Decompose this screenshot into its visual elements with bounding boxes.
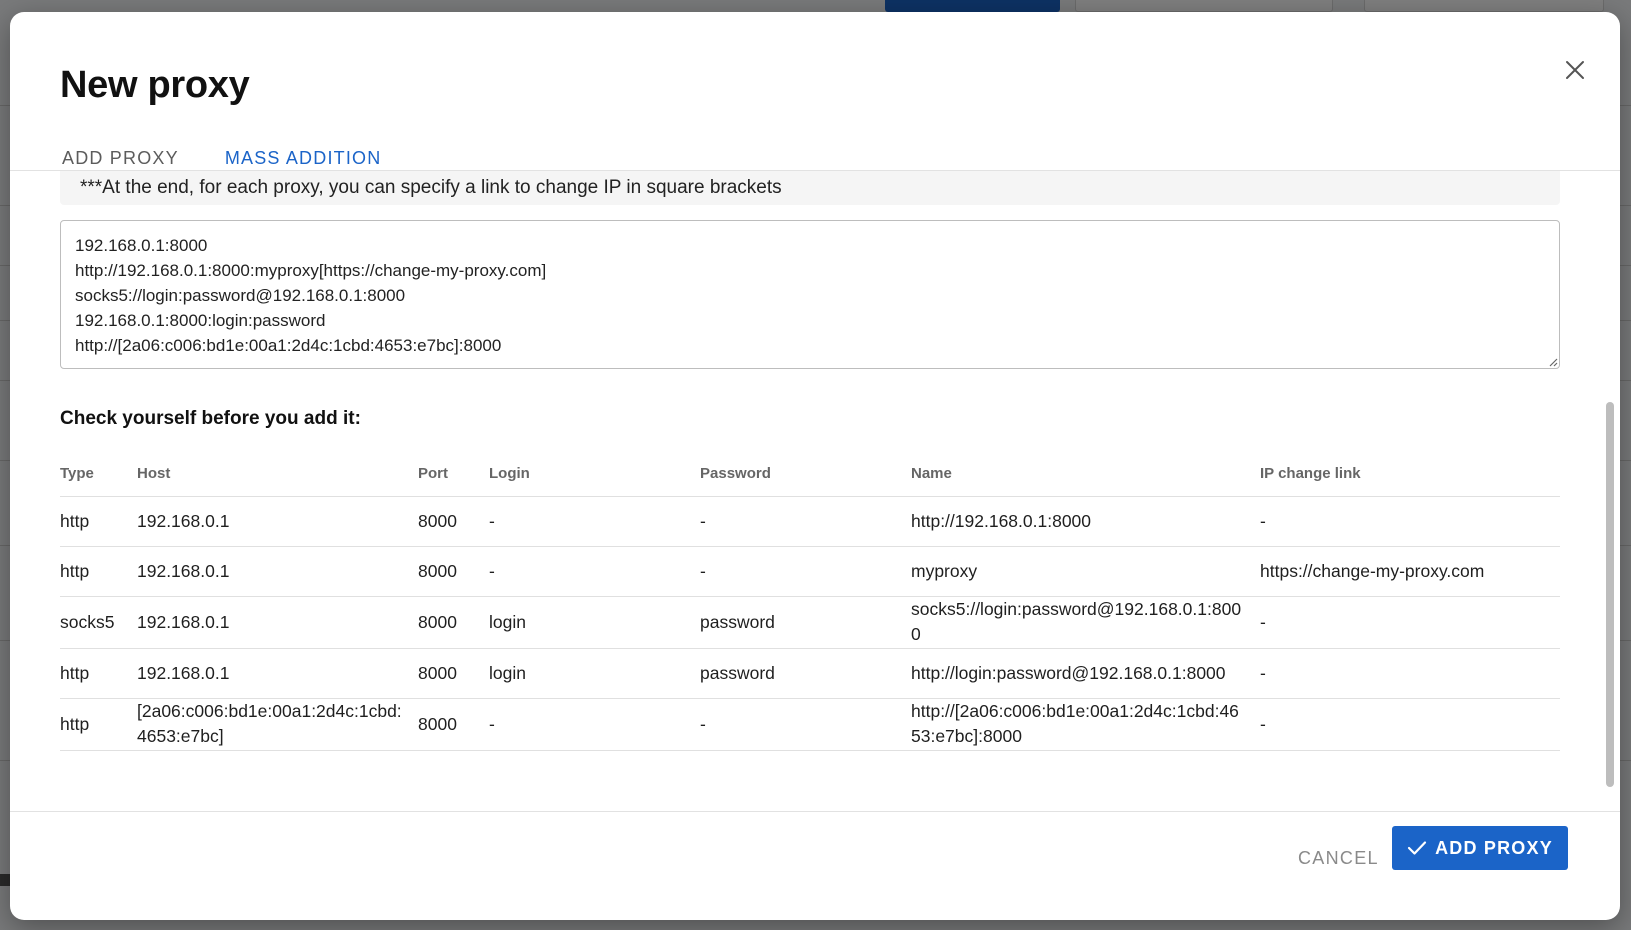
cell-name: http://[2a06:c006:bd1e:00a1:2d4c:1cbd:46… — [911, 698, 1260, 751]
textarea-line: http://[2a06:c006:bd1e:00a1:2d4c:1cbd:46… — [75, 336, 502, 355]
textarea-line: http://192.168.0.1:8000:myproxy[https://… — [75, 261, 547, 280]
cell-port: 8000 — [418, 546, 489, 597]
cell-password: password — [700, 648, 911, 699]
table-row: http [2a06:c006:bd1e:00a1:2d4c:1cbd:4653… — [60, 698, 1560, 751]
cell-login: - — [489, 698, 700, 751]
cell-type: http — [60, 546, 137, 597]
cell-name: myproxy — [911, 546, 1260, 597]
cell-host: 192.168.0.1 — [137, 648, 418, 699]
table-row: http 192.168.0.1 8000 - - myproxy https:… — [60, 546, 1560, 597]
table-row: http 192.168.0.1 8000 - - http://192.168… — [60, 496, 1560, 547]
textarea-line: 192.168.0.1:8000:login:password — [75, 311, 326, 330]
check-icon — [1407, 841, 1427, 855]
cell-ip-change-link: - — [1260, 596, 1560, 649]
table-header-row: Type Host Port Login Password Name IP ch… — [60, 452, 1560, 497]
cell-type: http — [60, 496, 137, 547]
cell-name: http://192.168.0.1:8000 — [911, 496, 1260, 547]
cell-login: login — [489, 648, 700, 699]
cell-password: - — [700, 496, 911, 547]
add-proxy-button[interactable]: ADD PROXY — [1392, 826, 1568, 870]
add-proxy-label: ADD PROXY — [1435, 837, 1553, 858]
dialog-scrollbar[interactable] — [1606, 402, 1614, 787]
cell-port: 8000 — [418, 698, 489, 751]
cell-login: login — [489, 596, 700, 649]
cancel-label: CANCEL — [1298, 847, 1379, 868]
textarea-line: 192.168.0.1:8000 — [75, 236, 208, 255]
dialog-title: New proxy — [60, 64, 250, 106]
col-ip-change-link-header: IP change link — [1260, 452, 1560, 497]
cell-password: - — [700, 698, 911, 751]
cell-host: 192.168.0.1 — [137, 496, 418, 547]
table-row: http 192.168.0.1 8000 login password htt… — [60, 648, 1560, 699]
cell-ip-change-link: https://change-my-proxy.com — [1260, 546, 1560, 597]
col-host-header: Host — [137, 452, 418, 497]
col-type-header: Type — [60, 452, 137, 497]
cancel-button[interactable]: CANCEL — [1278, 836, 1399, 880]
cell-port: 8000 — [418, 648, 489, 699]
cell-name: http://login:password@192.168.0.1:8000 — [911, 648, 1260, 699]
hint-box: ***At the end, for each proxy, you can s… — [60, 171, 1560, 205]
cell-login: - — [489, 496, 700, 547]
cell-name: socks5://login:password@192.168.0.1:8000 — [911, 596, 1260, 649]
close-button[interactable] — [1557, 52, 1593, 88]
check-yourself-title: Check yourself before you add it: — [60, 408, 361, 429]
cell-host: 192.168.0.1 — [137, 546, 418, 597]
cell-port: 8000 — [418, 596, 489, 649]
cell-type: http — [60, 648, 137, 699]
table-row: socks5 192.168.0.1 8000 login password s… — [60, 596, 1560, 649]
cell-type: http — [60, 698, 137, 751]
resize-grip-icon[interactable] — [1548, 357, 1558, 367]
dialog-content[interactable]: ***At the end, for each proxy, you can s… — [10, 171, 1620, 811]
cell-password: password — [700, 596, 911, 649]
col-login-header: Login — [489, 452, 700, 497]
cell-host: 192.168.0.1 — [137, 596, 418, 649]
cell-port: 8000 — [418, 496, 489, 547]
col-password-header: Password — [700, 452, 911, 497]
col-port-header: Port — [418, 452, 489, 497]
footer-divider — [10, 811, 1620, 812]
textarea-line: socks5://login:password@192.168.0.1:8000 — [75, 286, 406, 305]
cell-password: - — [700, 546, 911, 597]
new-proxy-dialog: New proxy ADD PROXY MASS ADDITION ***At … — [10, 12, 1620, 920]
cell-type: socks5 — [60, 596, 137, 649]
hint-text: ***At the end, for each proxy, you can s… — [80, 177, 782, 198]
cell-host: [2a06:c006:bd1e:00a1:2d4c:1cbd:4653:e7bc… — [137, 698, 418, 751]
cell-ip-change-link: - — [1260, 698, 1560, 751]
cell-ip-change-link: - — [1260, 648, 1560, 699]
cell-login: - — [489, 546, 700, 597]
proxy-preview-table: Type Host Port Login Password Name IP ch… — [60, 452, 1560, 751]
col-name-header: Name — [911, 452, 1260, 497]
close-icon — [1566, 61, 1584, 79]
mass-proxy-textarea[interactable]: 192.168.0.1:8000 http://192.168.0.1:8000… — [60, 220, 1560, 369]
cell-ip-change-link: - — [1260, 496, 1560, 547]
